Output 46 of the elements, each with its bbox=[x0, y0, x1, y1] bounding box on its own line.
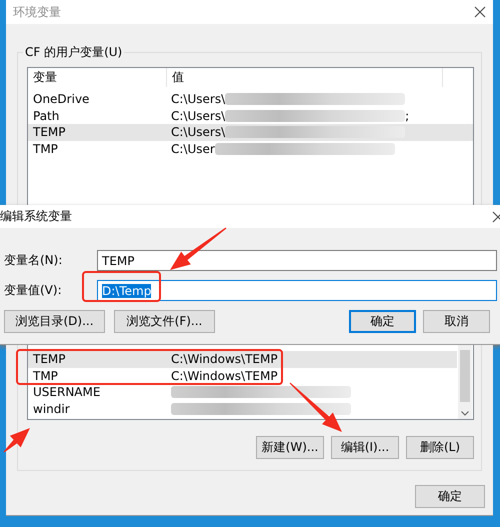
annotation-arrow bbox=[170, 228, 226, 270]
input-field[interactable]: TEMP bbox=[97, 250, 497, 271]
table-row[interactable]: windir bbox=[28, 400, 457, 417]
window-title: 环境变量 bbox=[13, 4, 61, 20]
table-row[interactable]: TEMP C:\Users\ bbox=[28, 124, 473, 140]
dialog-button[interactable]: 浏览文件(F)... bbox=[114, 310, 215, 333]
table-row[interactable]: TEMP C:\Windows\TEMP bbox=[28, 351, 457, 368]
table-row[interactable]: Path C:\Users\ ; bbox=[28, 108, 473, 124]
variable-value: ; bbox=[405, 108, 410, 123]
variable-name: TMP bbox=[32, 142, 59, 156]
scrollbar[interactable] bbox=[458, 345, 472, 419]
field-label: 变量名(N): bbox=[4, 252, 64, 269]
variable-name: windir bbox=[32, 402, 71, 416]
action-button[interactable]: 新建(W)... bbox=[256, 436, 324, 459]
dialog-title: 编辑系统变量 bbox=[0, 208, 72, 225]
variable-name: TEMP bbox=[32, 125, 67, 140]
action-button[interactable]: 编辑(I)... bbox=[331, 436, 399, 459]
chevron-down-icon[interactable] bbox=[461, 411, 469, 416]
variable-name: TEMP bbox=[32, 352, 67, 366]
variable-name: TMP bbox=[32, 368, 59, 383]
variable-name: Path bbox=[32, 108, 60, 123]
group-label: CF 的用户变量(U) bbox=[24, 44, 124, 61]
variable-value: C:\Users\ bbox=[171, 125, 226, 140]
column-header[interactable]: 值 bbox=[167, 68, 443, 87]
ok-button[interactable]: 确定 bbox=[415, 485, 485, 508]
variable-value: C:\Users\ bbox=[171, 92, 226, 106]
variable-value: C:\Users\ bbox=[171, 108, 226, 123]
table-row[interactable]: OneDrive C:\Users\ bbox=[28, 91, 473, 108]
field-label: 变量值(V): bbox=[4, 282, 63, 299]
column-header[interactable]: 变量 bbox=[28, 68, 167, 87]
table-row[interactable]: TMP C:\Windows\TEMP bbox=[28, 368, 457, 384]
variable-value: C:\Windows\TEMP bbox=[171, 368, 278, 383]
table-row[interactable]: TMP C:\User bbox=[28, 140, 473, 157]
annotation-arrow bbox=[4, 428, 30, 452]
dialog-button[interactable]: 确定 bbox=[349, 310, 416, 333]
dialog-button[interactable]: 取消 bbox=[423, 310, 490, 333]
dialog-button[interactable]: 浏览目录(D)... bbox=[4, 310, 105, 333]
input-field[interactable]: D:\Temp bbox=[97, 280, 497, 301]
action-button[interactable]: 删除(L) bbox=[406, 436, 474, 459]
table-row[interactable]: USERNAME bbox=[28, 384, 457, 400]
annotation-arrow bbox=[290, 382, 342, 432]
variable-value: C:\Windows\TEMP bbox=[171, 352, 278, 366]
close-icon[interactable] bbox=[474, 6, 486, 18]
variable-name: USERNAME bbox=[32, 385, 102, 400]
variable-value: C:\User bbox=[171, 142, 215, 156]
variable-name: OneDrive bbox=[32, 92, 90, 106]
